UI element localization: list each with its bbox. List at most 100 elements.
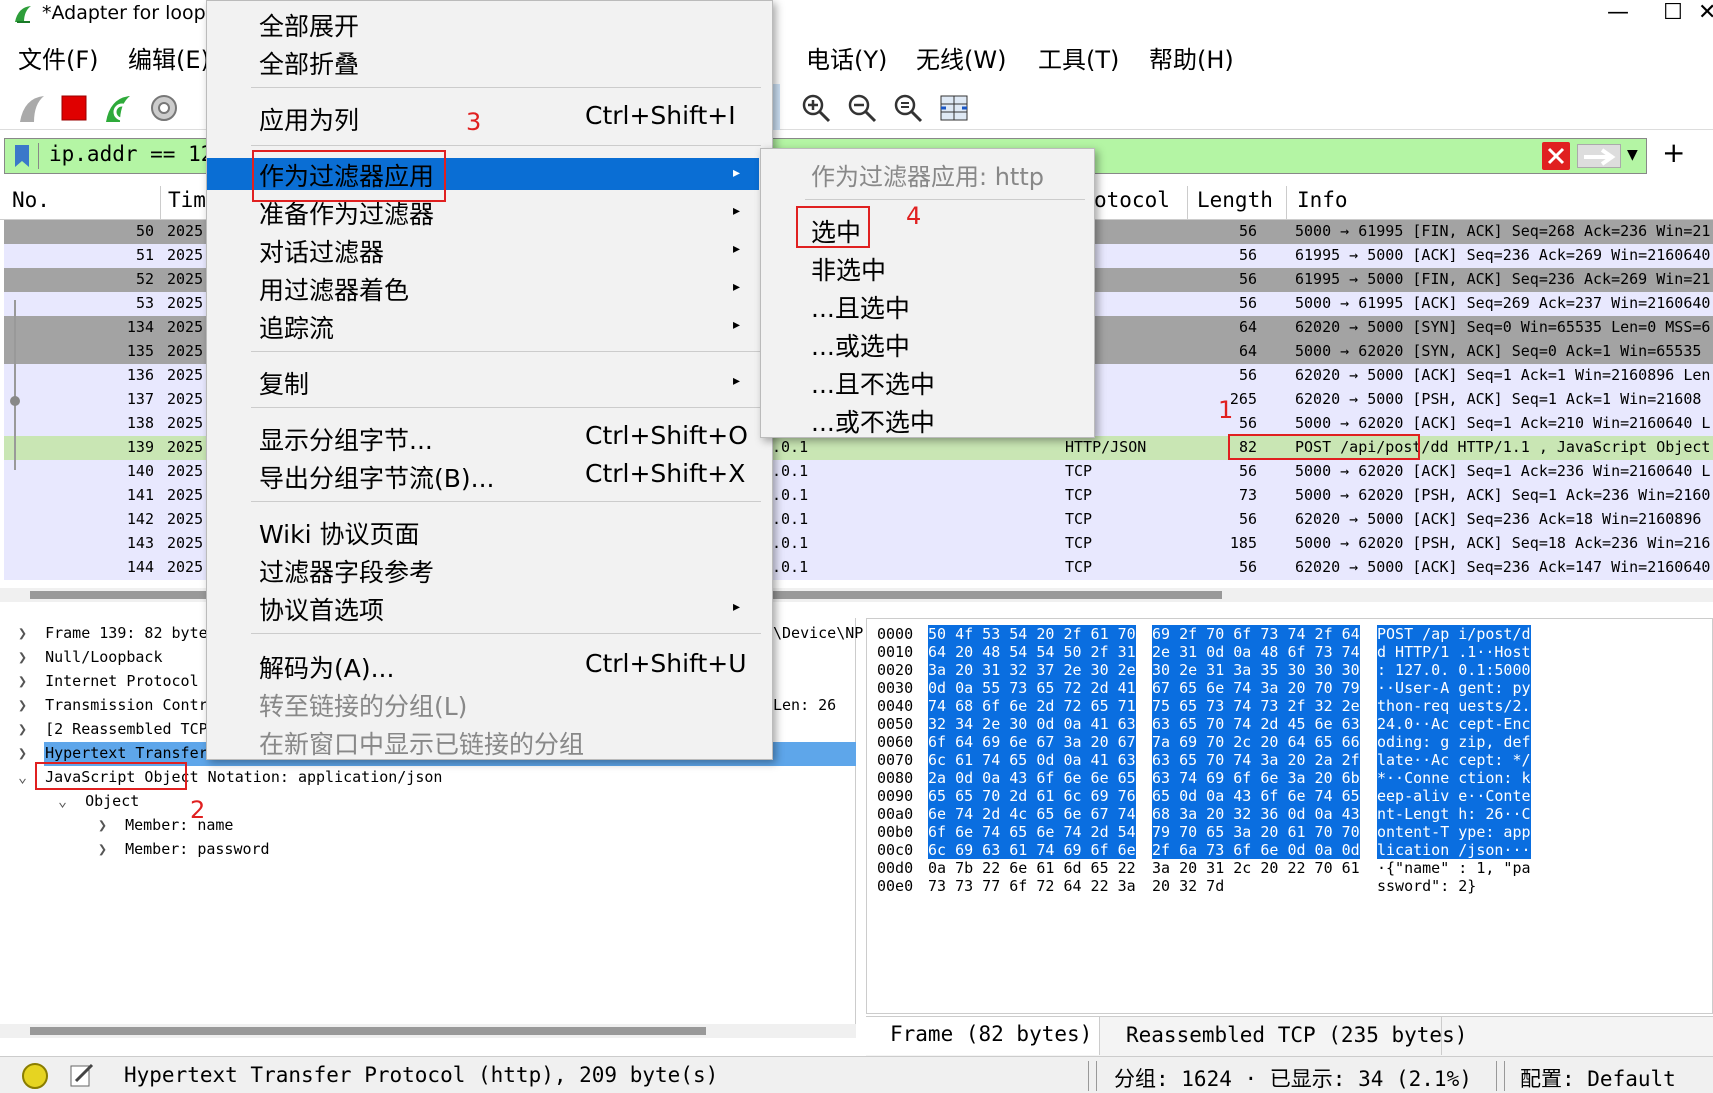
detail-row-object[interactable]: ⌄ Object	[58, 792, 139, 816]
bookmark-icon[interactable]	[9, 143, 39, 169]
hex-bytes-group[interactable]: 6f 64 69 6e 67 3a 20 67	[928, 733, 1136, 751]
hex-ascii[interactable]: : 127.0. 0.1:5000	[1377, 661, 1531, 679]
zoom-in-icon[interactable]	[796, 88, 836, 128]
detail-row-tcp[interactable]: ❯ Transmission Contr	[18, 696, 208, 720]
hex-ascii[interactable]: POST /ap i/post/d	[1377, 625, 1531, 643]
hex-ascii[interactable]: eep-aliv e··Conte	[1377, 787, 1531, 805]
hex-bytes-group[interactable]: 63 65 70 74 2d 45 6e 63	[1152, 715, 1360, 733]
hex-bytes-group[interactable]: 79 70 65 3a 20 61 70 70	[1152, 823, 1360, 841]
hex-bytes-group[interactable]: 6c 61 74 65 0d 0a 41 63	[928, 751, 1136, 769]
tab-reassembled-bytes[interactable]: Reassembled TCP (235 bytes)	[1102, 1017, 1467, 1055]
hex-bytes-group[interactable]: 30 2e 31 3a 35 30 30 30	[1152, 661, 1360, 679]
menu-edit[interactable]: 编辑(E)	[128, 40, 210, 75]
detail-row-ip[interactable]: ❯ Internet Protocol	[18, 672, 199, 696]
menu-help[interactable]: 帮助(H)	[1149, 40, 1234, 75]
hex-bytes-group[interactable]: 65 0d 0a 43 6f 6e 74 65	[1152, 787, 1360, 805]
hex-ascii[interactable]: 24.0··Ac cept-Enc	[1377, 715, 1531, 733]
tab-frame-bytes[interactable]: Frame (82 bytes)	[866, 1017, 1100, 1055]
hex-bytes-group[interactable]: 7a 69 70 2c 20 64 65 66	[1152, 733, 1360, 751]
status-profile[interactable]: 配置: Default	[1520, 1063, 1676, 1093]
menu-item-expand-all[interactable]: 全部展开	[259, 7, 359, 43]
restart-capture-icon[interactable]	[98, 88, 138, 128]
menu-item-colorize[interactable]: 用过滤器着色	[259, 271, 409, 307]
hex-bytes-group[interactable]: 67 65 6e 74 3a 20 70 79	[1152, 679, 1360, 697]
capture-options-gear-icon[interactable]	[144, 88, 184, 128]
stop-capture-icon[interactable]	[54, 88, 94, 128]
submenu-item-and-selected[interactable]: ...且选中	[811, 289, 910, 325]
menu-item-copy[interactable]: 复制	[259, 365, 309, 401]
menu-item-wiki[interactable]: Wiki 协议页面	[259, 515, 420, 551]
hex-ascii[interactable]: ··User-A gent: py	[1377, 679, 1531, 697]
start-capture-icon[interactable]	[12, 88, 52, 128]
hex-bytes-group[interactable]: 3a 20 31 32 37 2e 30 2e	[928, 661, 1136, 679]
hex-bytes-group[interactable]: 6c 69 63 61 74 69 6f 6e	[928, 841, 1136, 859]
menu-item-apply-as-column[interactable]: 应用为列	[259, 101, 359, 137]
hex-bytes-group[interactable]: 73 73 77 6f 72 64 22 3a	[928, 877, 1136, 895]
zoom-out-icon[interactable]	[842, 88, 882, 128]
hex-bytes-group[interactable]: 6f 6e 74 65 6e 74 2d 54	[928, 823, 1136, 841]
menu-telephony[interactable]: 电话(Y)	[806, 40, 887, 75]
column-time[interactable]: Tim	[168, 188, 206, 212]
hex-ascii[interactable]: ontent-T ype: app	[1377, 823, 1531, 841]
hex-ascii[interactable]: oding: g zip, def	[1377, 733, 1531, 751]
hex-bytes-group[interactable]: 74 68 6f 6e 2d 72 65 71	[928, 697, 1136, 715]
hex-bytes-group[interactable]: 50 4f 53 54 20 2f 61 70	[928, 625, 1136, 643]
hex-ascii[interactable]: thon-req uests/2.	[1377, 697, 1531, 715]
detail-row-null[interactable]: ❯ Null/Loopback	[18, 648, 163, 672]
minimize-button[interactable]: —	[1588, 0, 1648, 28]
menu-item-field-reference[interactable]: 过滤器字段参考	[259, 553, 434, 589]
submenu-item-or-not-selected[interactable]: ...或不选中	[811, 403, 935, 439]
hex-bytes-group[interactable]: 32 34 2e 30 0d 0a 41 63	[928, 715, 1136, 733]
maximize-button[interactable]: ☐	[1643, 0, 1703, 28]
menu-item-protocol-preferences[interactable]: 协议首选项	[259, 591, 384, 627]
hex-ascii[interactable]: d HTTP/1 .1··Host	[1377, 643, 1531, 661]
column-info[interactable]: Info	[1297, 188, 1348, 212]
menu-item-follow-stream[interactable]: 追踪流	[259, 309, 334, 345]
hex-bytes-group[interactable]: 69 2f 70 6f 73 74 2f 64	[1152, 625, 1360, 643]
menu-item-decode-as[interactable]: 解码为(A)...	[259, 649, 394, 685]
hex-ascii[interactable]: nt-Lengt h: 26··C	[1377, 805, 1531, 823]
hex-bytes-group[interactable]: 2a 0d 0a 43 6f 6e 6e 65	[928, 769, 1136, 787]
hex-ascii[interactable]: late··Ac cept: */	[1377, 751, 1531, 769]
hex-bytes-group[interactable]: 6e 74 2d 4c 65 6e 67 74	[928, 805, 1136, 823]
hex-ascii[interactable]: ·{"name" : 1, "pa	[1377, 859, 1531, 877]
hex-bytes-group[interactable]: 20 32 7d	[1152, 877, 1224, 895]
hex-bytes-group[interactable]: 2e 31 0d 0a 48 6f 73 74	[1152, 643, 1360, 661]
column-length[interactable]: Length	[1197, 188, 1273, 212]
detail-row-reassembled[interactable]: ❯ [2 Reassembled TCP	[18, 720, 208, 744]
filter-dropdown-chevron-icon[interactable]: ▼	[1627, 147, 1638, 163]
column-protocol[interactable]: otocol	[1094, 188, 1170, 212]
expert-info-icon[interactable]	[22, 1063, 48, 1089]
hex-bytes-group[interactable]: 3a 20 31 2c 20 22 70 61	[1152, 859, 1360, 877]
menu-item-collapse-all[interactable]: 全部折叠	[259, 45, 359, 81]
menu-item-show-bytes[interactable]: 显示分组字节...	[259, 421, 433, 457]
apply-filter-arrow-icon[interactable]	[1577, 144, 1621, 168]
details-hscrollbar[interactable]	[0, 1024, 856, 1038]
column-no[interactable]: No.	[12, 188, 50, 212]
menu-item-export-bytes[interactable]: 导出分组字节流(B)...	[259, 459, 495, 495]
scrollbar-thumb[interactable]	[30, 1027, 706, 1035]
resize-columns-icon[interactable]	[934, 88, 974, 128]
hex-bytes-group[interactable]: 65 65 70 2d 61 6c 69 76	[928, 787, 1136, 805]
hex-bytes-group[interactable]: 63 74 69 6f 6e 3a 20 6b	[1152, 769, 1360, 787]
detail-row-member-name[interactable]: ❯ Member: name	[98, 816, 233, 840]
clear-filter-icon[interactable]	[1542, 142, 1570, 170]
hex-bytes-group[interactable]: 0a 7b 22 6e 61 6d 65 22	[928, 859, 1136, 877]
menu-wireless[interactable]: 无线(W)	[916, 40, 1006, 75]
hex-bytes-group[interactable]: 2f 6a 73 6f 6e 0d 0a 0d	[1152, 841, 1360, 859]
add-filter-button-icon[interactable]: +	[1662, 136, 1685, 169]
detail-row-frame[interactable]: ❯ Frame 139: 82 byte	[18, 624, 208, 648]
hex-bytes-group[interactable]: 68 3a 20 32 36 0d 0a 43	[1152, 805, 1360, 823]
hex-bytes-group[interactable]: 64 20 48 54 54 50 2f 31	[928, 643, 1136, 661]
menu-item-conversation-filter[interactable]: 对话过滤器	[259, 233, 384, 269]
hex-bytes-group[interactable]: 75 65 73 74 73 2f 32 2e	[1152, 697, 1360, 715]
hex-ascii[interactable]: *··Conne ction: k	[1377, 769, 1531, 787]
edit-comment-icon[interactable]	[68, 1061, 96, 1089]
hex-ascii[interactable]: ssword": 2}	[1377, 877, 1476, 895]
detail-row-member-password[interactable]: ❯ Member: password	[98, 840, 270, 864]
menu-tools[interactable]: 工具(T)	[1038, 40, 1119, 75]
hex-bytes-group[interactable]: 63 65 70 74 3a 20 2a 2f	[1152, 751, 1360, 769]
close-window-button[interactable]: ✕	[1698, 0, 1713, 28]
submenu-item-not-selected[interactable]: 非选中	[811, 251, 886, 287]
zoom-normal-icon[interactable]	[888, 88, 928, 128]
